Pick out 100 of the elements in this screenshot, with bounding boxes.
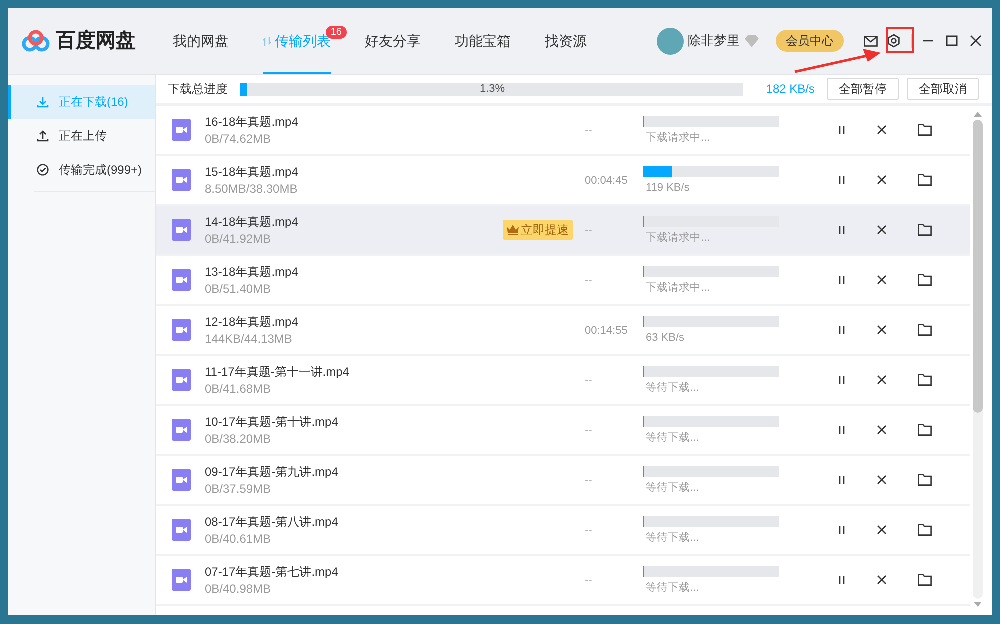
file-name: 15-18年真题.mp4 [205,164,300,180]
maximize-icon[interactable] [946,35,958,47]
video-file-icon [172,319,191,341]
close-icon[interactable] [877,525,887,535]
folder-icon[interactable] [918,224,932,236]
close-icon[interactable] [877,175,887,185]
download-icon [37,96,49,108]
folder-icon[interactable] [918,524,932,536]
video-file-icon [172,219,191,241]
remaining-time: -- [585,375,592,387]
file-size: 144KB/44.13MB [205,330,294,346]
settings-icon[interactable] [887,34,901,48]
vip-center-button[interactable]: 会员中心 [776,30,844,52]
total-progress-percent: 1.3% [480,82,506,96]
file-name: 11-17年真题-第十一讲.mp4 [205,364,350,380]
scroll-thumb[interactable] [972,120,982,413]
file-name: 16-18年真题.mp4 [205,114,300,130]
file-size: 0B/40.98MB [205,580,272,596]
download-status: 63 KB/s [646,330,686,344]
file-size: 0B/37.59MB [205,480,272,496]
file-name: 08-17年真题-第八讲.mp4 [205,514,340,530]
app-logo-text: 百度网盘 [56,28,136,54]
remaining-time: -- [585,225,592,237]
download-status: 119 KB/s [646,180,691,194]
user-name[interactable]: 除非梦里 [688,31,740,51]
nav-tab[interactable]: 功能宝箱 [455,8,511,74]
close-icon[interactable] [877,325,887,335]
video-file-icon [172,419,191,441]
folder-icon[interactable] [918,124,932,136]
pause-icon[interactable] [837,275,847,285]
file-name: 13-18年真题.mp4 [205,264,300,280]
pause-icon[interactable] [837,375,847,385]
folder-icon[interactable] [918,374,932,386]
download-status: 等待下载... [646,480,700,494]
video-file-icon [172,519,191,541]
video-file-icon [172,369,191,391]
file-name: 10-17年真题-第十讲.mp4 [205,414,340,430]
remaining-time: 00:14:55 [585,325,628,337]
cloud-logo-icon [22,30,50,52]
download-status: 等待下载... [646,530,700,544]
remaining-time: -- [585,125,592,137]
remaining-time: -- [585,475,592,487]
video-file-icon [172,119,191,141]
nav-tab[interactable]: 找资源 [545,8,587,74]
toolbar-button[interactable]: 全部取消 [907,78,979,100]
folder-icon[interactable] [918,474,932,486]
transfer-arrows-icon [263,36,272,46]
close-icon[interactable] [877,225,887,235]
video-file-icon [172,169,191,191]
close-icon[interactable] [877,375,887,385]
download-status: 等待下载... [646,380,700,394]
video-file-icon [172,569,191,591]
download-status: 等待下载... [646,430,700,444]
file-size: 0B/51.40MB [205,280,272,296]
pause-icon[interactable] [837,425,847,435]
file-size: 0B/41.68MB [205,380,272,396]
total-progress-label: 下载总进度 [168,81,228,98]
folder-icon[interactable] [918,174,932,186]
sidebar-item[interactable]: 正在上传 [8,119,155,153]
mail-icon[interactable] [864,36,878,46]
remaining-time: -- [585,575,592,587]
pause-icon[interactable] [837,325,847,335]
pause-icon[interactable] [837,225,847,235]
download-status: 下载请求中... [646,280,712,294]
file-size: 0B/74.62MB [205,130,272,146]
sidebar-item[interactable]: 传输完成(999+) [8,153,155,187]
close-icon[interactable] [970,35,982,47]
crown-icon [507,225,519,235]
file-size: 0B/40.61MB [205,530,272,546]
download-status: 等待下载... [646,580,700,594]
close-icon[interactable] [877,425,887,435]
annotation-box [886,27,914,53]
close-icon[interactable] [877,275,887,285]
total-speed: 182 KB/s [766,81,815,98]
close-icon[interactable] [877,475,887,485]
remaining-time: -- [585,425,592,437]
toolbar-button[interactable]: 全部暂停 [827,78,899,100]
pause-icon[interactable] [837,175,847,185]
remaining-time: 00:04:45 [585,175,628,187]
download-status: 下载请求中... [646,130,712,144]
remaining-time: -- [585,525,592,537]
file-size: 0B/38.20MB [205,430,272,446]
folder-icon[interactable] [918,574,932,586]
upload-icon [37,130,49,142]
close-icon[interactable] [877,575,887,585]
nav-tab[interactable]: 我的网盘 [173,8,229,74]
folder-icon[interactable] [918,424,932,436]
download-row[interactable]: 14-18年真题.mp4 0B/41.92MB 立即提速 -- 下载请求中... [156,206,970,256]
video-file-icon [172,269,191,291]
pause-icon[interactable] [837,125,847,135]
file-name: 14-18年真题.mp4 [205,214,300,230]
pause-icon[interactable] [837,525,847,535]
folder-icon[interactable] [918,324,932,336]
nav-tab[interactable]: 好友分享 [365,8,421,74]
folder-icon[interactable] [918,274,932,286]
video-file-icon [172,469,191,491]
pause-icon[interactable] [837,575,847,585]
close-icon[interactable] [877,125,887,135]
pause-icon[interactable] [837,475,847,485]
remaining-time: -- [585,275,592,287]
